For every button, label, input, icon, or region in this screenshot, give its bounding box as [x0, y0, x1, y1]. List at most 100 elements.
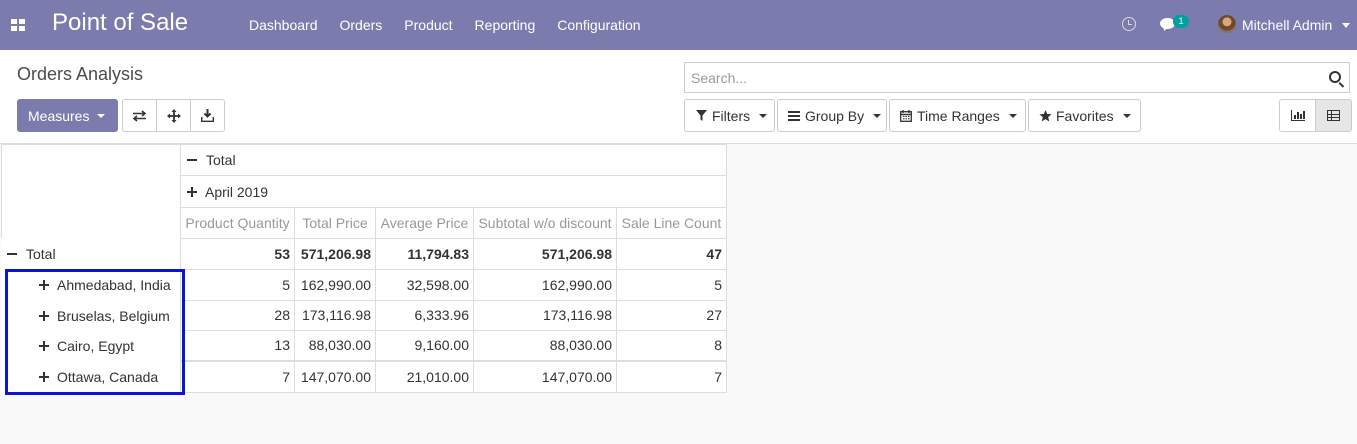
cell-subtotal-wo-discount: 147,070.00 — [473, 361, 617, 393]
expand-plus-icon — [187, 186, 197, 197]
search-bar[interactable] — [684, 62, 1350, 93]
measures-label: Measures — [28, 107, 90, 124]
cell-sale-line-count: 27 — [616, 300, 727, 331]
group-by-label: Group By — [805, 107, 865, 124]
flip-axis-icon — [132, 109, 147, 122]
download-icon — [201, 109, 214, 122]
measures-dropdown-button[interactable]: Measures — [17, 99, 118, 132]
menu-reporting[interactable]: Reporting — [464, 0, 547, 50]
table-grid-icon — [1327, 110, 1340, 121]
cell-sale-line-count: 5 — [616, 269, 727, 301]
message-count-badge: 1 — [1173, 15, 1189, 28]
cell-product-quantity: 7 — [180, 361, 295, 393]
pivot-view-button[interactable] — [1315, 99, 1352, 132]
total-subtotal-wo-discount: 571,206.98 — [473, 238, 617, 270]
user-avatar[interactable] — [1218, 15, 1236, 33]
col-header-total[interactable]: Total — [180, 144, 727, 176]
row-header-label: Ottawa, Canada — [57, 369, 159, 385]
search-icon[interactable] — [1329, 71, 1341, 83]
total-total-price: 571,206.98 — [294, 238, 376, 270]
favorites-dropdown-button[interactable]: Favorites — [1028, 99, 1141, 132]
measure-header-subtotal-wo-discount[interactable]: Subtotal w/o discount — [473, 207, 617, 239]
cell-subtotal-wo-discount: 162,990.00 — [473, 269, 617, 301]
arrows-move-icon — [166, 108, 181, 123]
cell-total-price: 88,030.00 — [294, 330, 376, 361]
menu-orders[interactable]: Orders — [329, 0, 394, 50]
download-button[interactable] — [190, 99, 225, 132]
cell-subtotal-wo-discount: 173,116.98 — [473, 300, 617, 331]
caret-down-icon — [759, 113, 768, 118]
cell-average-price: 9,160.00 — [375, 330, 474, 361]
time-ranges-dropdown-button[interactable]: Time Ranges — [889, 99, 1026, 132]
page-title: Orders Analysis — [17, 64, 144, 84]
measure-header-total-price[interactable]: Total Price — [294, 207, 376, 239]
cell-total-price: 173,116.98 — [294, 300, 376, 331]
col-header-april-label: April 2019 — [205, 183, 269, 200]
collapse-minus-icon — [7, 252, 17, 255]
cell-total-price: 147,070.00 — [294, 361, 376, 393]
row-header-label: Cairo, Egypt — [57, 337, 135, 354]
filter-funnel-icon — [694, 110, 708, 121]
col-header-total-label: Total — [206, 152, 236, 168]
main-menu: Dashboard Orders Product Reporting Confi… — [238, 0, 652, 50]
cell-product-quantity: 5 — [180, 269, 295, 301]
cell-product-quantity: 28 — [180, 300, 295, 331]
cell-total-price: 162,990.00 — [294, 269, 376, 301]
caret-down-icon — [97, 113, 106, 118]
cell-product-quantity: 13 — [180, 330, 295, 361]
row-header-label: Ahmedabad, India — [57, 277, 171, 293]
row-header-cairo-egypt[interactable]: Cairo, Egypt — [1, 330, 181, 361]
cell-average-price: 6,333.96 — [375, 300, 474, 331]
expand-all-button[interactable] — [156, 99, 191, 132]
cell-average-price: 21,010.00 — [375, 361, 474, 393]
total-average-price: 11,794.83 — [375, 238, 474, 270]
col-header-april-2019[interactable]: April 2019 — [180, 175, 727, 208]
cell-average-price: 32,598.00 — [375, 269, 474, 301]
caret-down-icon — [1008, 113, 1017, 118]
star-icon — [1038, 109, 1052, 122]
measure-header-sale-line-count[interactable]: Sale Line Count — [616, 207, 727, 239]
cell-subtotal-wo-discount: 88,030.00 — [473, 330, 617, 361]
graph-view-button[interactable] — [1279, 99, 1316, 132]
filters-dropdown-button[interactable]: Filters — [684, 99, 775, 132]
user-menu-name[interactable]: Mitchell Admin — [1242, 0, 1332, 50]
app-title: Point of Sale — [52, 9, 189, 36]
bar-chart-icon — [1290, 110, 1305, 121]
search-input[interactable] — [691, 70, 1311, 86]
row-header-ottawa-canada[interactable]: Ottawa, Canada — [1, 361, 181, 393]
row-header-total[interactable]: Total — [1, 238, 181, 270]
menu-product[interactable]: Product — [393, 0, 463, 50]
calendar-icon — [899, 109, 913, 122]
row-header-bruselas-belgium[interactable]: Bruselas, Belgium — [1, 300, 181, 331]
menu-dashboard[interactable]: Dashboard — [238, 0, 329, 50]
total-product-quantity: 53 — [180, 238, 295, 270]
cell-sale-line-count: 8 — [616, 330, 727, 361]
activity-clock-icon[interactable] — [1122, 17, 1136, 31]
flip-axis-button[interactable] — [122, 99, 157, 132]
bars-icon — [787, 110, 801, 121]
caret-down-icon — [1122, 113, 1131, 118]
row-header-total-label: Total — [26, 245, 56, 262]
menu-configuration[interactable]: Configuration — [546, 0, 651, 50]
cell-sale-line-count: 7 — [616, 361, 727, 393]
expand-plus-icon — [39, 310, 49, 321]
total-sale-line-count: 47 — [616, 238, 727, 270]
row-header-ahmedabad-india[interactable]: Ahmedabad, India — [1, 269, 181, 301]
collapse-minus-icon — [187, 159, 197, 161]
favorites-label: Favorites — [1056, 107, 1114, 124]
filters-label: Filters — [712, 107, 751, 124]
expand-plus-icon — [39, 340, 49, 351]
caret-down-icon — [873, 113, 882, 118]
apps-menu-icon[interactable] — [11, 19, 25, 31]
measure-header-average-price[interactable]: Average Price — [375, 207, 474, 239]
group-by-dropdown-button[interactable]: Group By — [777, 99, 887, 132]
expand-plus-icon — [39, 280, 49, 290]
measure-header-product-quantity[interactable]: Product Quantity — [180, 207, 295, 239]
pivot-corner — [1, 144, 181, 238]
time-ranges-label: Time Ranges — [917, 107, 1000, 124]
row-header-label: Bruselas, Belgium — [57, 307, 170, 324]
expand-plus-icon — [39, 372, 49, 382]
top-navbar: Point of Sale Dashboard Orders Product R… — [0, 0, 1357, 50]
user-caret-down-icon[interactable] — [1342, 23, 1350, 28]
row-header-divider — [180, 269, 181, 393]
